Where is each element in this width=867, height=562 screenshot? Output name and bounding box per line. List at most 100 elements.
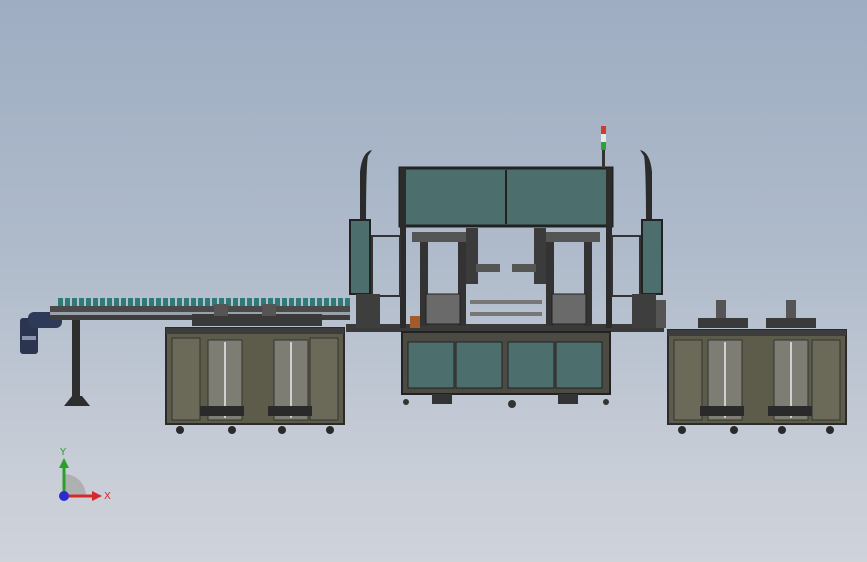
right-fixture-2: [766, 318, 816, 328]
conveyor-bottle: [296, 298, 301, 306]
conveyor-bottle: [317, 298, 322, 306]
conveyor-bottle: [72, 298, 77, 306]
left-cabinet-door-2: [309, 337, 339, 421]
conveyor-bottle: [156, 298, 161, 306]
conveyor-bottle: [310, 298, 315, 306]
right-base-1: [700, 406, 744, 416]
right-hopper-bottle: [656, 300, 666, 328]
right-caster-3: [778, 426, 786, 434]
left-caster-1: [176, 426, 184, 434]
conveyor-bottle: [86, 298, 91, 306]
conveyor-bottle: [198, 298, 203, 306]
center-guide-rail: [470, 300, 542, 304]
conveyor-bottle: [163, 298, 168, 306]
main-door-2: [455, 341, 503, 389]
conveyor-bottle: [121, 298, 126, 306]
z-axis-dot: [59, 491, 69, 501]
conveyor-bottle: [254, 298, 259, 306]
conveyor-bottle: [324, 298, 329, 306]
conveyor-bottle: [233, 298, 238, 306]
x-axis-label: X: [104, 491, 111, 502]
right-station-block: [551, 293, 587, 325]
conveyor-bottle: [100, 298, 105, 306]
conveyor-bottle: [247, 298, 252, 306]
right-cabinet-top: [668, 330, 846, 336]
conveyor-bottle: [93, 298, 98, 306]
conveyor-bottle: [331, 298, 336, 306]
stack-light-pole: [602, 150, 605, 168]
right-caster-1: [678, 426, 686, 434]
center-guide-rail-2: [470, 312, 542, 316]
left-hopper-panel: [349, 219, 371, 295]
right-hopper: [611, 150, 666, 328]
right-caster-4: [826, 426, 834, 434]
conveyor-leg: [72, 320, 80, 400]
conveyor-bottle: [282, 298, 287, 306]
stack-light-red: [601, 126, 606, 134]
conveyor-bottle: [289, 298, 294, 306]
conveyor-bottle: [128, 298, 133, 306]
right-fixture-1: [698, 318, 748, 328]
main-caster-1: [403, 399, 409, 405]
right-station-actuator: [534, 228, 546, 284]
left-hopper-frame: [371, 235, 401, 297]
left-cabinet-top: [166, 328, 344, 334]
left-caster-3: [278, 426, 286, 434]
left-top-block-2: [262, 304, 276, 316]
conveyor-bottle: [191, 298, 196, 306]
left-cabinet-door-1: [171, 337, 201, 421]
left-base-1: [200, 406, 244, 416]
left-station-arm: [476, 264, 500, 272]
left-cabinet[interactable]: [165, 304, 345, 434]
right-caster-2: [730, 426, 738, 434]
conveyor-bottle: [65, 298, 70, 306]
conveyor-bottle: [184, 298, 189, 306]
central-machine[interactable]: [346, 126, 666, 408]
bottle-row: [58, 298, 350, 306]
left-caster-2: [228, 426, 236, 434]
conveyor-foot: [64, 396, 90, 406]
motor-band: [22, 336, 36, 340]
conveyor-bottle: [142, 298, 147, 306]
left-top-slide: [192, 314, 322, 326]
right-station: [512, 228, 600, 326]
conveyor-bottle: [58, 298, 63, 306]
left-station-beam: [412, 232, 472, 242]
conveyor-bottle: [338, 298, 343, 306]
conveyor-bottle: [107, 298, 112, 306]
left-hopper-base: [356, 294, 380, 328]
main-foot-1: [432, 394, 452, 404]
conveyor-bottle: [303, 298, 308, 306]
main-door-3: [507, 341, 555, 389]
left-station-part: [410, 316, 420, 328]
main-table-top: [346, 324, 664, 332]
left-station-block: [425, 293, 461, 325]
main-foot-2: [558, 394, 578, 404]
conveyor-bottle: [177, 298, 182, 306]
right-station-arm: [512, 264, 536, 272]
stack-light: [601, 126, 606, 168]
conveyor-bottle: [114, 298, 119, 306]
right-fixture-1-post: [716, 300, 726, 318]
coordinate-triad: Y X: [59, 447, 111, 502]
main-caster-2: [508, 400, 516, 408]
left-caster-4: [326, 426, 334, 434]
right-hopper-panel: [641, 219, 663, 295]
left-top-block-1: [214, 304, 228, 316]
stack-light-white: [601, 134, 606, 142]
assembly-model[interactable]: Y X: [0, 0, 867, 562]
cad-viewport[interactable]: Y X: [0, 0, 867, 562]
right-cabinet-door-1: [673, 339, 703, 421]
right-hopper-frame: [611, 235, 641, 297]
right-cabinet[interactable]: [667, 300, 847, 434]
right-hopper-chute: [640, 150, 652, 226]
left-station-actuator: [466, 228, 478, 284]
conveyor-bottle: [205, 298, 210, 306]
conveyor-bottle: [345, 298, 350, 306]
main-door-4: [555, 341, 603, 389]
conveyor-bottle: [149, 298, 154, 306]
conveyor-bottle: [79, 298, 84, 306]
conveyor-bottle: [170, 298, 175, 306]
conveyor-rail-top: [50, 306, 350, 312]
right-base-2: [768, 406, 812, 416]
